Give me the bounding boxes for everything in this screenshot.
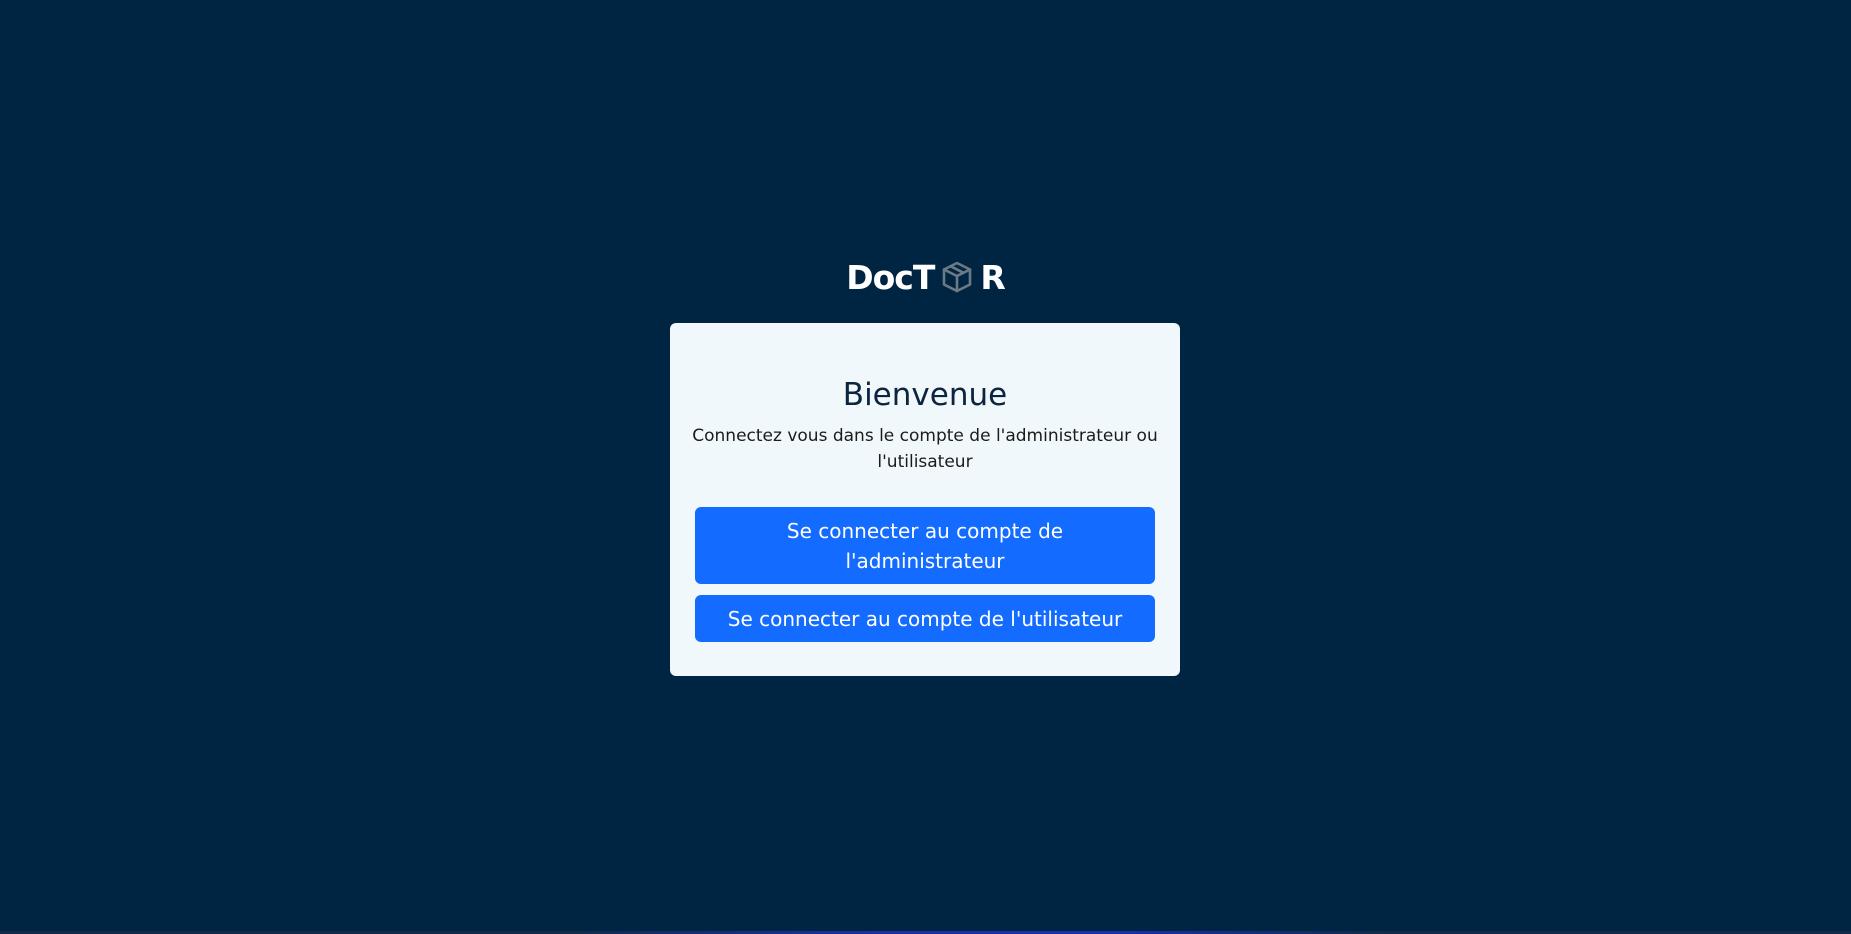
cube-icon bbox=[940, 260, 974, 294]
app-logo: DocT R bbox=[0, 255, 1851, 299]
welcome-subtitle: Connectez vous dans le compte de l'admin… bbox=[692, 426, 1158, 472]
logo-text-start: DocT bbox=[846, 257, 935, 297]
welcome-title: Bienvenue bbox=[842, 377, 1008, 413]
login-choice-card: Bienvenue Connectez vous dans le compte … bbox=[670, 323, 1180, 676]
admin-login-button[interactable]: Se connecter au compte de l'administrate… bbox=[695, 507, 1155, 584]
logo-text-end: R bbox=[980, 257, 1005, 297]
user-login-button[interactable]: Se connecter au compte de l'utilisateur bbox=[695, 595, 1155, 642]
